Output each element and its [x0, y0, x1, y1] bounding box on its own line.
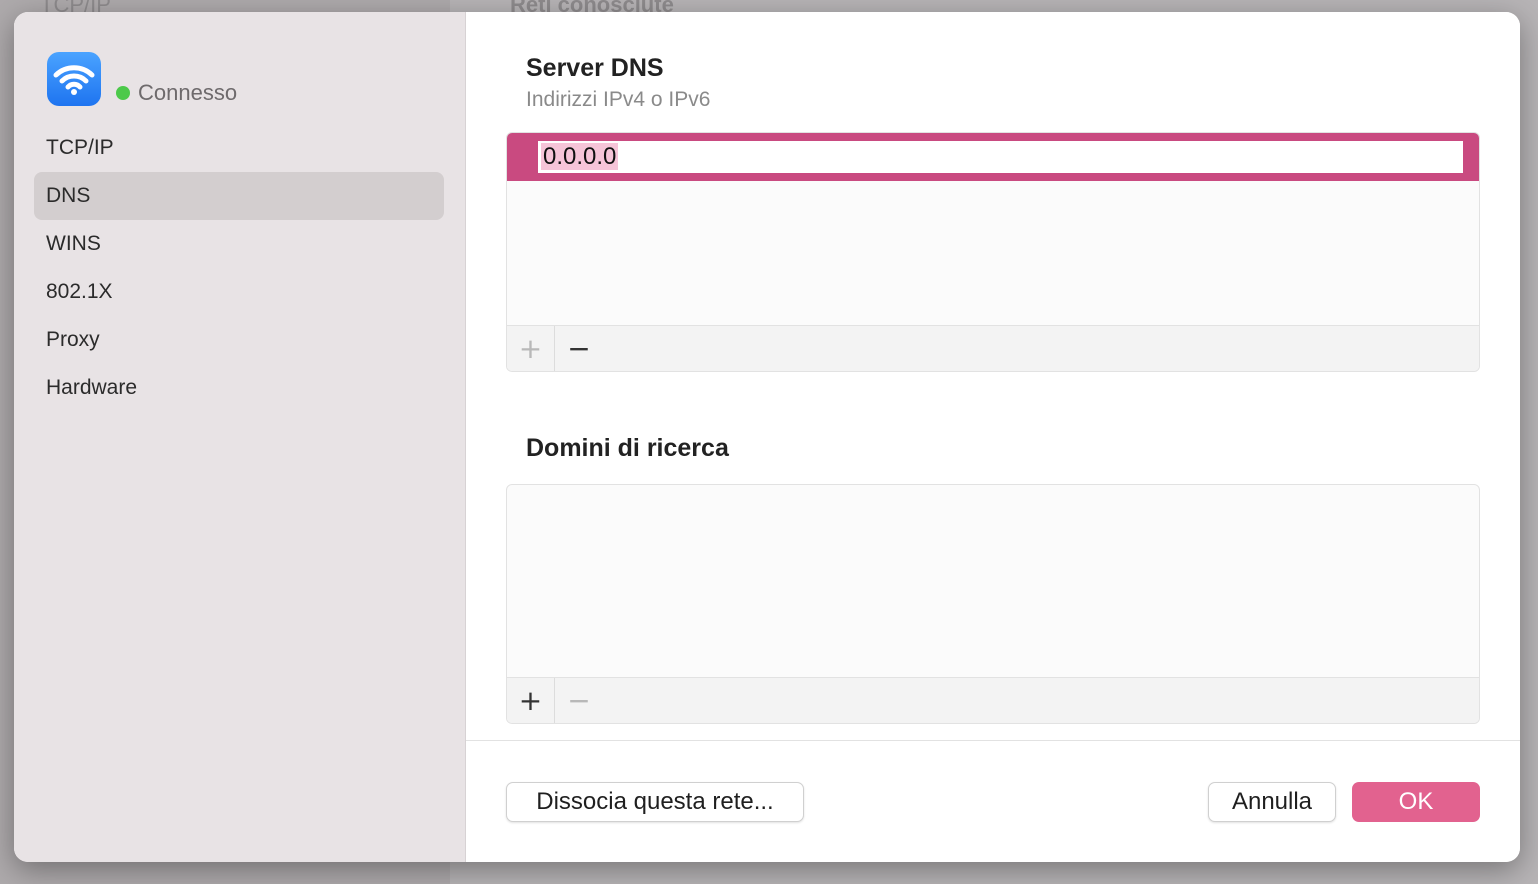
status-dot-icon: [116, 86, 130, 100]
search-domains-list[interactable]: + −: [506, 484, 1480, 724]
forget-network-button[interactable]: Dissocia questa rete...: [506, 782, 804, 822]
remove-dns-button[interactable]: −: [555, 326, 603, 372]
sidebar-nav: TCP/IP DNS WINS 802.1X Proxy Hardware: [34, 124, 444, 412]
ok-button[interactable]: OK: [1352, 782, 1480, 822]
search-domains-title: Domini di ricerca: [526, 434, 729, 462]
connection-status: Connesso: [116, 80, 237, 106]
add-search-domain-button[interactable]: +: [507, 677, 555, 723]
search-domains-toolbar: + −: [507, 677, 1479, 723]
add-dns-button[interactable]: +: [507, 325, 555, 371]
dns-entry-value: 0.0.0.0: [541, 143, 619, 170]
sidebar-item-wins[interactable]: WINS: [34, 220, 444, 268]
dns-settings-sheet: Connesso TCP/IP DNS WINS 802.1X Proxy Ha…: [14, 12, 1520, 862]
dns-server-title: Server DNS: [526, 54, 664, 82]
sidebar-item-hardware[interactable]: Hardware: [34, 364, 444, 412]
footer-divider: [466, 740, 1520, 741]
dns-server-list[interactable]: 0.0.0.0 + −: [506, 132, 1480, 372]
dns-list-toolbar: + −: [507, 325, 1479, 371]
sidebar-item-dns[interactable]: DNS: [34, 172, 444, 220]
status-text: Connesso: [138, 80, 238, 105]
dns-entry-row[interactable]: 0.0.0.0: [507, 133, 1479, 181]
sidebar-item-8021x[interactable]: 802.1X: [34, 268, 444, 316]
dns-server-subtitle: Indirizzi IPv4 o IPv6: [526, 88, 711, 111]
sidebar-item-tcpip[interactable]: TCP/IP: [34, 124, 444, 172]
sheet-sidebar: Connesso TCP/IP DNS WINS 802.1X Proxy Ha…: [14, 12, 466, 862]
cancel-button[interactable]: Annulla: [1208, 782, 1336, 822]
wifi-icon: [47, 52, 101, 106]
sheet-content: Server DNS Indirizzi IPv4 o IPv6 0.0.0.0…: [466, 12, 1520, 862]
remove-search-domain-button[interactable]: −: [555, 678, 603, 724]
sidebar-item-proxy[interactable]: Proxy: [34, 316, 444, 364]
dns-entry-field[interactable]: 0.0.0.0: [538, 141, 1463, 173]
